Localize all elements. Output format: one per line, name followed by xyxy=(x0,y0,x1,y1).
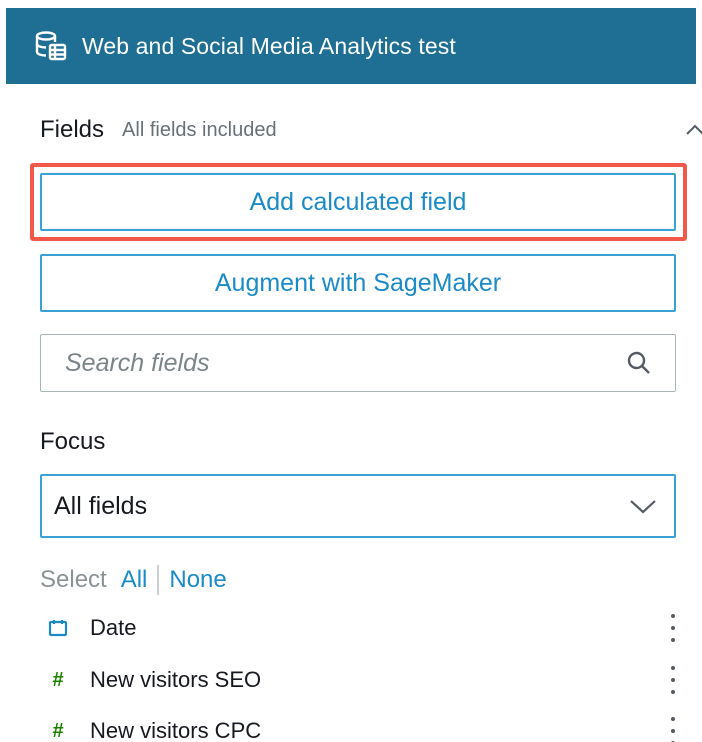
select-controls: Select All None xyxy=(40,563,227,597)
field-item-new-visitors-seo[interactable]: # New visitors SEO xyxy=(40,660,690,700)
focus-select[interactable]: All fields xyxy=(40,474,676,538)
separator xyxy=(157,565,160,595)
search-input[interactable] xyxy=(41,335,625,391)
focus-label: Focus xyxy=(40,428,106,455)
more-options-icon[interactable] xyxy=(666,666,680,694)
field-item-date[interactable]: Date xyxy=(40,608,690,648)
number-type-icon: # xyxy=(52,719,64,742)
calendar-icon xyxy=(40,619,76,637)
augment-with-sagemaker-button[interactable]: Augment with SageMaker xyxy=(40,254,676,312)
field-name: New visitors SEO xyxy=(90,667,262,692)
field-name: Date xyxy=(90,615,137,640)
more-options-icon[interactable] xyxy=(666,717,680,742)
number-type-icon: # xyxy=(52,668,64,691)
dataset-header[interactable]: Web and Social Media Analytics test xyxy=(6,8,696,84)
dataset-icon xyxy=(34,29,68,63)
fields-panel: Web and Social Media Analytics test Fiel… xyxy=(0,0,702,742)
chevron-up-icon xyxy=(686,124,702,135)
collapse-button[interactable] xyxy=(680,116,702,144)
search-box xyxy=(40,334,676,392)
select-all-link[interactable]: All xyxy=(121,566,148,594)
field-name: New visitors CPC xyxy=(90,718,262,742)
focus-selected-value: All fields xyxy=(54,491,148,520)
add-calculated-field-button[interactable]: Add calculated field xyxy=(40,173,676,231)
fields-status: All fields included xyxy=(122,118,277,141)
chevron-down-icon xyxy=(628,496,658,516)
select-none-link[interactable]: None xyxy=(169,566,226,594)
select-label: Select xyxy=(40,566,107,593)
search-icon[interactable] xyxy=(625,349,653,377)
field-item-new-visitors-cpc[interactable]: # New visitors CPC xyxy=(40,711,690,742)
fields-label: Fields xyxy=(40,116,105,143)
more-options-icon[interactable] xyxy=(666,614,680,642)
dataset-title: Web and Social Media Analytics test xyxy=(82,32,456,59)
fields-section-header: Fields All fields included xyxy=(40,114,702,146)
